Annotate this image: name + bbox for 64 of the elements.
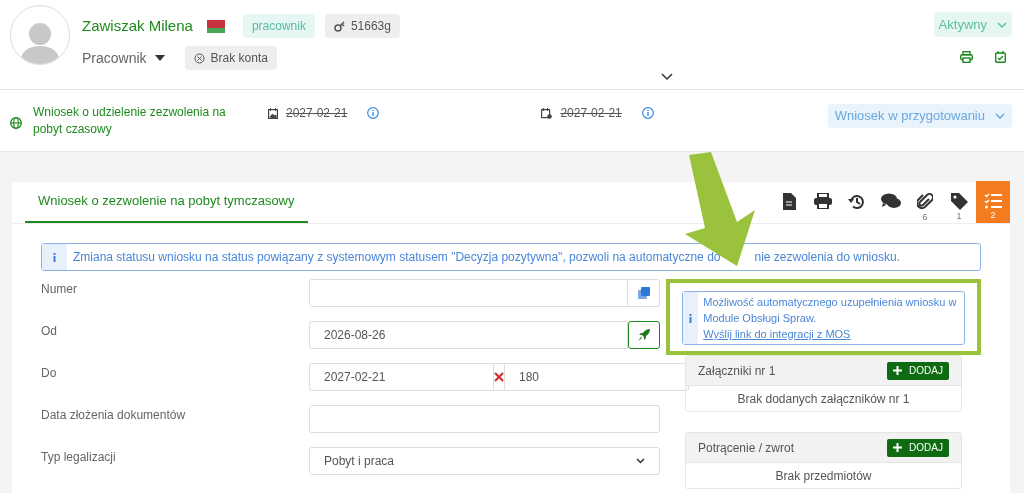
panel-title: Potrącenie / zwrot — [698, 439, 795, 457]
field-label: Do — [41, 365, 58, 382]
chevron-down-icon[interactable] — [660, 73, 673, 81]
calendar-check-icon[interactable] — [995, 51, 1006, 63]
mos-text: Możliwość automatycznego uzupełnienia wniosku w Module Obsługi Spraw. — [703, 295, 958, 326]
mos-link[interactable]: Wyślij link do integracji z MOS — [703, 328, 851, 340]
calendar-clock-icon — [541, 107, 553, 119]
date-field[interactable] — [309, 405, 660, 433]
copy-icon — [637, 287, 650, 299]
empty-message: Brak przedmiotów — [774, 467, 873, 485]
add-button[interactable]: DODAJ — [887, 438, 949, 457]
info-icon — [53, 252, 56, 262]
add-button[interactable]: DODAJ — [887, 361, 949, 380]
field-label: Numer — [41, 281, 78, 298]
clear-button[interactable] — [494, 363, 505, 391]
document-icon[interactable] — [782, 193, 796, 210]
input-field[interactable] — [309, 279, 628, 307]
rocket-icon — [638, 329, 650, 341]
globe-icon — [10, 117, 22, 129]
person-name: Zawiszak Milena — [82, 15, 193, 36]
print-icon[interactable] — [814, 193, 832, 209]
chevron-down-icon — [995, 113, 1005, 119]
banner-text: nie zezwolenia do wniosku. — [754, 249, 900, 266]
role-dropdown[interactable]: Pracownik — [82, 47, 165, 69]
paperclip-icon[interactable] — [917, 193, 933, 211]
caret-icon — [154, 55, 165, 61]
field-label: Typ legalizacji — [41, 449, 117, 466]
chevron-down-icon — [997, 21, 1007, 28]
chevron-down-icon — [636, 458, 645, 464]
days-field[interactable]: 180 — [505, 363, 689, 391]
count-label: 2 — [990, 210, 996, 221]
empty-message: Brak dodanych załączników nr 1 — [736, 390, 911, 408]
calendar-icon — [268, 107, 278, 119]
end-date: 2027-02-21 — [560, 105, 622, 122]
plus-icon — [893, 443, 903, 452]
checklist-icon[interactable] — [984, 193, 1002, 209]
info-icon[interactable] — [641, 107, 654, 119]
copy-button[interactable] — [628, 279, 660, 307]
date-field[interactable]: 2026-08-26 — [309, 321, 628, 349]
info-icon — [689, 313, 693, 323]
rocket-button[interactable] — [628, 321, 660, 349]
comments-icon[interactable] — [881, 193, 901, 209]
history-icon[interactable] — [848, 193, 866, 211]
tab[interactable]: Wniosek o zezwolenie na pobyt tymczasowy — [25, 181, 308, 223]
tag-icon[interactable] — [950, 193, 968, 210]
date-field[interactable]: 2027-02-21 — [309, 363, 494, 391]
flag-icon — [206, 19, 225, 33]
select-field[interactable]: Pobyt i praca — [309, 447, 660, 475]
field-label: Od — [41, 323, 58, 340]
application-title: Wniosek o udzielenie zezwolenia na pobyt czasowy — [33, 104, 227, 138]
close-icon — [494, 372, 504, 382]
info-icon[interactable] — [367, 107, 380, 119]
start-date: 2027-02-21 — [286, 105, 348, 122]
plus-icon — [893, 366, 903, 375]
field-label: Data złożenia dokumentów — [41, 407, 187, 424]
banner-text: Zmiana statusu wniosku na status powiązany z systemowym statusem "Decyzja pozytywna", pozwoli na automatyczne do — [73, 249, 721, 266]
key-icon — [333, 20, 345, 32]
role-tag: pracownik — [242, 14, 315, 38]
id-text: 51663g — [350, 18, 391, 35]
count-label: 6 — [922, 212, 928, 223]
account-text: Brak konta — [210, 50, 268, 67]
count-label: 1 — [956, 211, 962, 222]
circle-x-icon — [193, 52, 205, 64]
panel-title: Załączniki nr 1 — [698, 362, 776, 380]
